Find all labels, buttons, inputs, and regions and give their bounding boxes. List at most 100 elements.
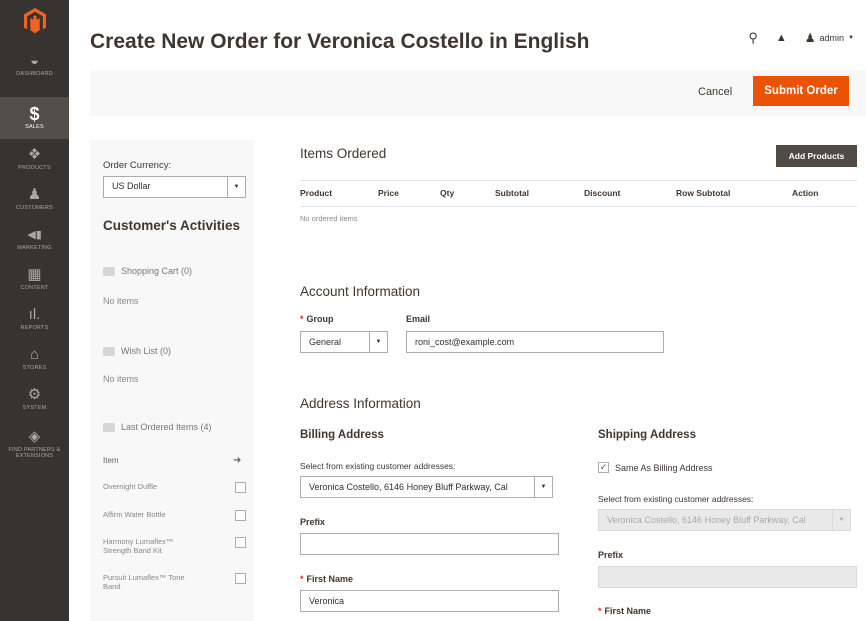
account-information-title: Account Information — [300, 284, 421, 299]
nav-label: DASHBOARD — [16, 71, 53, 77]
nav-dashboard[interactable]: ◒ DASHBOARD — [0, 46, 69, 84]
nav-label: SALES — [25, 124, 44, 130]
admin-sidebar: ◒ DASHBOARD $ SALES ❖ PRODUCTS ♟ CUSTOME… — [0, 0, 69, 621]
col-product: Product — [300, 188, 333, 198]
items-ordered-table — [300, 180, 857, 181]
shipping-address-select: Veronica Costello, 6146 Honey Bluff Park… — [598, 509, 851, 531]
customer-activities-title: Customer's Activities — [103, 218, 241, 233]
dollar-icon: $ — [29, 104, 40, 124]
checkbox-checked-icon: ✓ — [598, 462, 609, 473]
item-checkbox[interactable] — [235, 482, 246, 493]
megaphone-icon: ◀▮ — [27, 229, 42, 241]
shipping-first-name-label: * First Name — [598, 606, 652, 616]
same-as-billing-label: Same As Billing Address — [615, 462, 713, 473]
header-actions: ⚲ ▲ ♟ admin ▼ — [748, 30, 854, 46]
group-select[interactable]: General ▼ — [300, 331, 388, 353]
nav-label: REPORTS — [20, 325, 49, 331]
wish-list-header[interactable]: Wish List (0) — [103, 346, 171, 356]
order-currency-label: Order Currency: — [103, 160, 172, 171]
nav-customers[interactable]: ♟ CUSTOMERS — [0, 180, 69, 218]
required-marker: * — [300, 574, 304, 584]
add-products-button[interactable]: Add Products — [776, 145, 857, 167]
billing-address-value: Veronica Costello, 6146 Honey Bluff Park… — [309, 482, 508, 492]
address-information-title: Address Information — [300, 396, 421, 411]
item-checkbox[interactable] — [235, 510, 246, 521]
wish-list-empty: No items — [103, 374, 139, 384]
magento-logo[interactable] — [0, 0, 69, 42]
last-ordered-item-header: Item — [103, 456, 119, 465]
bell-icon[interactable]: ▲ — [776, 32, 787, 44]
item-name: Harmony Lumaflex™ Strength Band Kit — [103, 537, 174, 555]
nav-label: MARKETING — [17, 245, 52, 251]
wish-list-label: Wish List (0) — [121, 346, 172, 356]
add-to-order-arrow-icon: ➜ — [233, 455, 242, 466]
billing-first-name-field[interactable]: Veronica — [300, 590, 559, 612]
nav-products[interactable]: ❖ PRODUCTS — [0, 140, 69, 178]
col-action: Action — [792, 188, 819, 198]
cancel-button[interactable]: Cancel — [698, 86, 732, 98]
cube-icon: ❖ — [27, 146, 42, 163]
billing-select-label: Select from existing customer addresses: — [300, 461, 456, 471]
email-label: Email — [406, 314, 431, 324]
page-title: Create New Order for Veronica Costello i… — [90, 30, 590, 53]
order-currency-select[interactable]: US Dollar ▼ — [103, 176, 246, 198]
group-label: * Group — [300, 314, 334, 324]
nav-label: CONTENT — [20, 285, 49, 291]
items-ordered-title: Items Ordered — [300, 146, 387, 161]
item-checkbox[interactable] — [235, 573, 246, 584]
col-price: Price — [378, 188, 399, 198]
item-checkbox[interactable] — [235, 537, 246, 548]
nav-sales[interactable]: $ SALES — [0, 97, 69, 139]
nav-label: SYSTEM — [22, 405, 47, 411]
nav-find-partners[interactable]: ◈ FIND PARTNERS & EXTENSIONS — [0, 422, 69, 466]
nav-reports[interactable]: ıl. REPORTS — [0, 300, 69, 338]
same-as-billing-checkbox[interactable]: ✓ Same As Billing Address — [598, 462, 713, 473]
dashboard-icon: ◒ — [29, 52, 40, 69]
billing-prefix-label: Prefix — [300, 517, 326, 527]
chevron-down-icon: ▼ — [848, 35, 854, 41]
shopping-cart-empty: No items — [103, 296, 139, 306]
item-name: Overnight Duffle — [103, 482, 158, 491]
gear-icon: ⚙ — [27, 386, 42, 403]
submit-order-button[interactable]: Submit Order — [753, 76, 849, 106]
user-icon: ♟ — [804, 31, 816, 45]
user-menu[interactable]: ♟ admin ▼ — [805, 31, 854, 45]
table-divider — [300, 206, 857, 207]
nav-content[interactable]: ▦ CONTENT — [0, 260, 69, 298]
no-ordered-items: No ordered items — [300, 214, 358, 223]
list-item: Pursuit Lumaflex™ Tone Band — [103, 573, 246, 591]
billing-address-select[interactable]: Veronica Costello, 6146 Honey Bluff Park… — [300, 476, 553, 498]
shipping-address-value: Veronica Costello, 6146 Honey Bluff Park… — [607, 515, 806, 525]
magento-logo-icon — [23, 8, 46, 34]
chevron-down-icon: ▼ — [227, 177, 245, 197]
shipping-prefix-label: Prefix — [598, 550, 624, 560]
billing-first-name-label: * First Name — [300, 574, 354, 584]
history-icon — [103, 422, 115, 432]
cart-icon — [103, 266, 115, 276]
last-ordered-header[interactable]: Last Ordered Items (4) — [103, 422, 212, 432]
nav-label: FIND PARTNERS & EXTENSIONS — [8, 447, 61, 459]
list-item: Harmony Lumaflex™ Strength Band Kit — [103, 537, 246, 555]
billing-prefix-field[interactable] — [300, 533, 559, 555]
chevron-down-icon: ▼ — [832, 510, 850, 530]
shopping-cart-label: Shopping Cart (0) — [121, 266, 193, 276]
nav-stores[interactable]: ⌂ STORES — [0, 340, 69, 378]
nav-marketing[interactable]: ◀▮ MARKETING — [0, 220, 69, 258]
nav-label: CUSTOMERS — [16, 205, 53, 211]
nav-system[interactable]: ⚙ SYSTEM — [0, 380, 69, 418]
storefront-icon: ⌂ — [29, 346, 40, 363]
list-item: Affirm Water Bottle — [103, 510, 246, 521]
shopping-cart-header[interactable]: Shopping Cart (0) — [103, 266, 192, 276]
col-discount: Discount — [584, 188, 621, 198]
person-icon: ♟ — [27, 186, 42, 203]
shipping-prefix-field — [598, 566, 857, 588]
page-actions-bar — [90, 70, 866, 116]
shipping-address-title: Shipping Address — [598, 429, 696, 441]
search-icon[interactable]: ⚲ — [748, 30, 758, 46]
wishlist-icon — [103, 346, 115, 356]
list-item: Overnight Duffle — [103, 482, 246, 493]
bar-chart-icon: ıl. — [28, 306, 41, 323]
item-name: Affirm Water Bottle — [103, 510, 166, 519]
col-qty: Qty — [440, 188, 455, 198]
email-field[interactable]: roni_cost@example.com — [406, 331, 664, 353]
